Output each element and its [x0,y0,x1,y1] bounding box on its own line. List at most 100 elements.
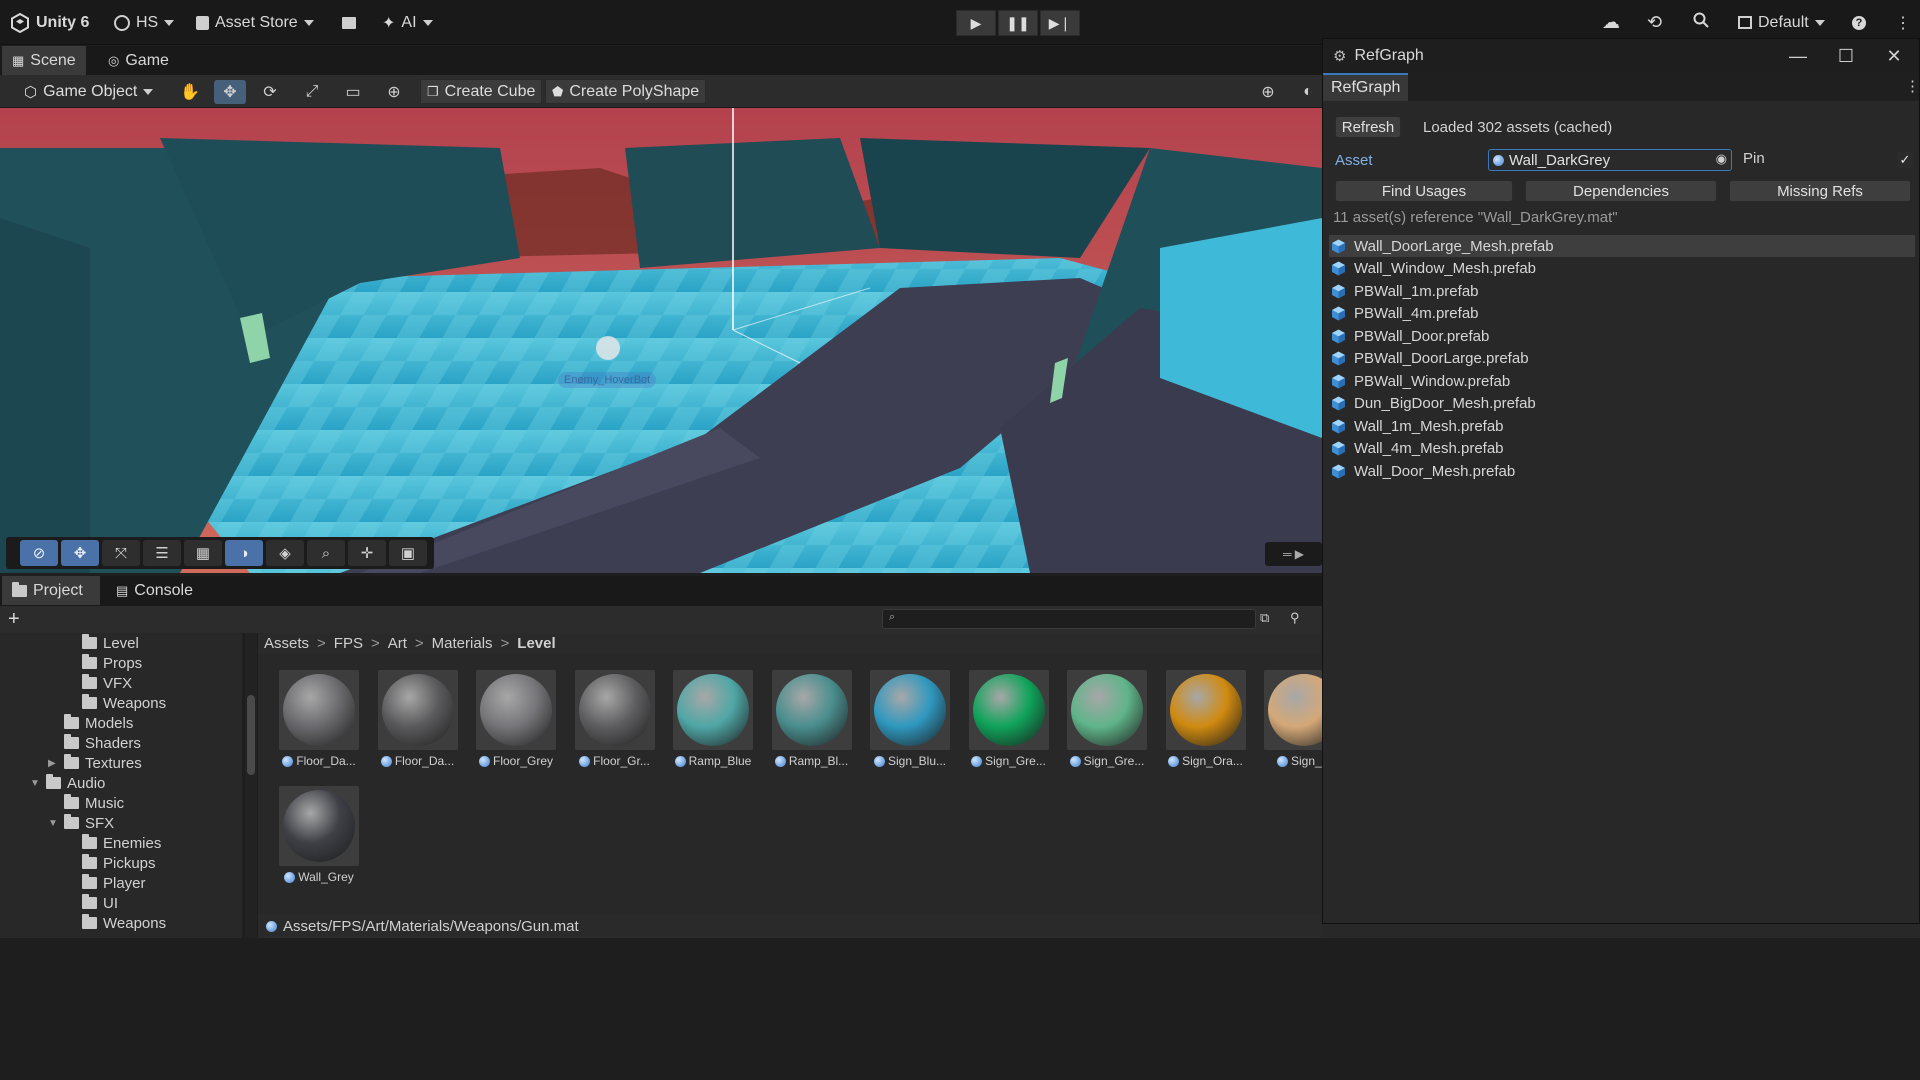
missing-refs-button[interactable]: Missing Refs [1729,180,1911,202]
search-by-label-button[interactable]: ⚲ [1290,610,1308,628]
create-cube-button[interactable]: ❒ Create Cube [420,79,543,104]
result-row[interactable]: Wall_4m_Mesh.prefab [1329,438,1915,460]
package-button[interactable] [342,0,356,45]
pin-checkbox[interactable]: ✓ [1897,152,1913,168]
asset-object-field[interactable]: Wall_DarkGrey ◉ [1488,149,1732,171]
result-row[interactable]: Wall_Door_Mesh.prefab [1329,460,1915,482]
material-asset[interactable]: Floor_Da... [373,670,463,768]
object-mode-dropdown[interactable]: ⬡ Game Object [24,79,154,104]
result-row[interactable]: Wall_Window_Mesh.prefab [1329,258,1915,280]
tree-item[interactable]: ▼ SFX [48,813,114,833]
expand-arrow-icon[interactable]: ▼ [48,818,58,829]
breadcrumb-segment[interactable]: Materials [432,635,493,652]
pause-button[interactable]: ❚❚ [998,10,1038,36]
snap-overlay-button[interactable]: ⤧ [102,540,140,566]
tree-item[interactable]: Props [66,653,142,673]
material-asset[interactable]: Floor_Grey [471,670,561,768]
breadcrumb-segment[interactable]: Level [517,635,555,652]
shading-mode-button[interactable]: ◐ [1292,80,1324,104]
result-row[interactable]: Wall_DoorLarge_Mesh.prefab [1329,235,1915,257]
result-row[interactable]: PBWall_Window.prefab [1329,370,1915,392]
transform-tool-button[interactable]: ⊕ [378,80,410,104]
material-asset[interactable]: Floor_Gr... [570,670,660,768]
tab-game[interactable]: ◎ Game [98,46,179,75]
tree-item[interactable]: Pickups [66,853,156,873]
tree-item[interactable]: ▶ Textures [48,753,142,773]
tab-project[interactable]: Project [2,576,100,605]
result-row[interactable]: Wall_1m_Mesh.prefab [1329,415,1915,437]
orientation-overlay-button[interactable]: ⊘ [20,540,58,566]
material-asset[interactable]: Sign_Gre... [1062,670,1152,768]
rotate-tool-button[interactable]: ⟳ [254,80,286,104]
tree-item[interactable]: Music [48,793,124,813]
scrollbar-thumb[interactable] [247,695,255,775]
tab-refgraph[interactable]: RefGraph [1323,73,1409,101]
result-row[interactable]: PBWall_DoorLarge.prefab [1329,348,1915,370]
asset-store-dropdown[interactable]: Asset Store [196,0,314,45]
scene-viewport[interactable]: Enemy_HoverBot [0,108,1322,573]
tab-scene[interactable]: ▦ Scene [2,46,86,75]
create-polyshape-button[interactable]: ⬟ Create PolyShape [545,79,707,104]
material-asset[interactable]: Floor_Da... [274,670,364,768]
tree-item[interactable]: Enemies [66,833,161,853]
pivot-overlay-button[interactable]: ✛ [348,540,386,566]
account-dropdown[interactable]: HS [114,0,175,45]
step-button[interactable]: ▶❘ [1040,10,1080,36]
material-asset[interactable]: Sign_Gre... [964,670,1054,768]
material-asset[interactable]: Sign_O [1259,670,1322,768]
tab-console[interactable]: ▤ Console [106,576,203,605]
grid-overlay-button[interactable]: ▦ [184,540,222,566]
rect-tool-button[interactable]: ▭ [337,80,369,104]
expand-arrow-icon[interactable]: ▼ [30,778,40,789]
add-asset-button[interactable]: + [8,608,20,631]
object-picker-icon[interactable]: ◉ [1716,151,1727,167]
tree-item[interactable]: UI [66,893,118,913]
search-by-type-button[interactable]: ⧉ [1260,610,1278,628]
breadcrumb-segment[interactable]: FPS [334,635,363,652]
collapsed-overlay[interactable]: ═ ▶ [1265,542,1322,566]
tree-item[interactable]: Level [66,633,139,653]
tree-item[interactable]: Player [66,873,146,893]
material-asset[interactable]: Ramp_Blue [668,670,758,768]
tree-item[interactable]: VFX [66,673,132,693]
ai-dropdown[interactable]: ✦ AI [382,0,433,45]
material-asset[interactable]: Wall_Grey [274,786,364,884]
move-overlay-button[interactable]: ✥ [61,540,99,566]
camera-overlay-button[interactable]: ▣ [389,540,427,566]
shading-overlay-button[interactable]: ◑ [225,540,263,566]
tree-item[interactable]: Models [48,713,133,733]
kebab-menu-icon[interactable]: ⋮ [1905,77,1920,95]
tree-scrollbar[interactable] [245,633,257,938]
scale-tool-button[interactable]: ⤢ [296,80,328,104]
result-row[interactable]: PBWall_Door.prefab [1329,325,1915,347]
material-asset[interactable]: Ramp_Bl... [767,670,857,768]
project-search-input[interactable]: ⌕ [882,609,1256,629]
minimize-button[interactable]: — [1773,39,1823,73]
play-button[interactable]: ▶ [956,10,996,36]
hand-tool-button[interactable]: ✋ [174,80,206,104]
tree-item[interactable]: Shaders [48,733,141,753]
close-button[interactable]: ✕ [1869,39,1919,73]
unity-menu[interactable]: Unity 6 [10,0,89,45]
material-asset[interactable]: Sign_Blu... [865,670,955,768]
move-tool-button[interactable]: ✥ [214,80,246,104]
collapse-arrow-icon[interactable]: ▶ [48,758,58,769]
tree-item[interactable]: ▼ Audio [30,773,105,793]
result-row[interactable]: PBWall_1m.prefab [1329,280,1915,302]
breadcrumb-segment[interactable]: Art [388,635,407,652]
result-row[interactable]: Dun_BigDoor_Mesh.prefab [1329,393,1915,415]
search-icon: ⌕ [321,544,331,562]
refresh-button[interactable]: Refresh [1335,116,1401,138]
find-usages-button[interactable]: Find Usages [1335,180,1513,202]
search-overlay-button[interactable]: ⌕ [307,540,345,566]
tree-item[interactable]: Weapons [66,913,166,933]
dependencies-button[interactable]: Dependencies [1525,180,1717,202]
result-row[interactable]: PBWall_4m.prefab [1329,303,1915,325]
tree-item[interactable]: Weapons [66,693,166,713]
align-overlay-button[interactable]: ☰ [143,540,181,566]
global-toggle-button[interactable]: ⊕ [1252,80,1284,104]
maximize-button[interactable]: ☐ [1821,39,1871,73]
breadcrumb-segment[interactable]: Assets [264,635,309,652]
layers-overlay-button[interactable]: ◈ [266,540,304,566]
material-asset[interactable]: Sign_Ora... [1161,670,1251,768]
